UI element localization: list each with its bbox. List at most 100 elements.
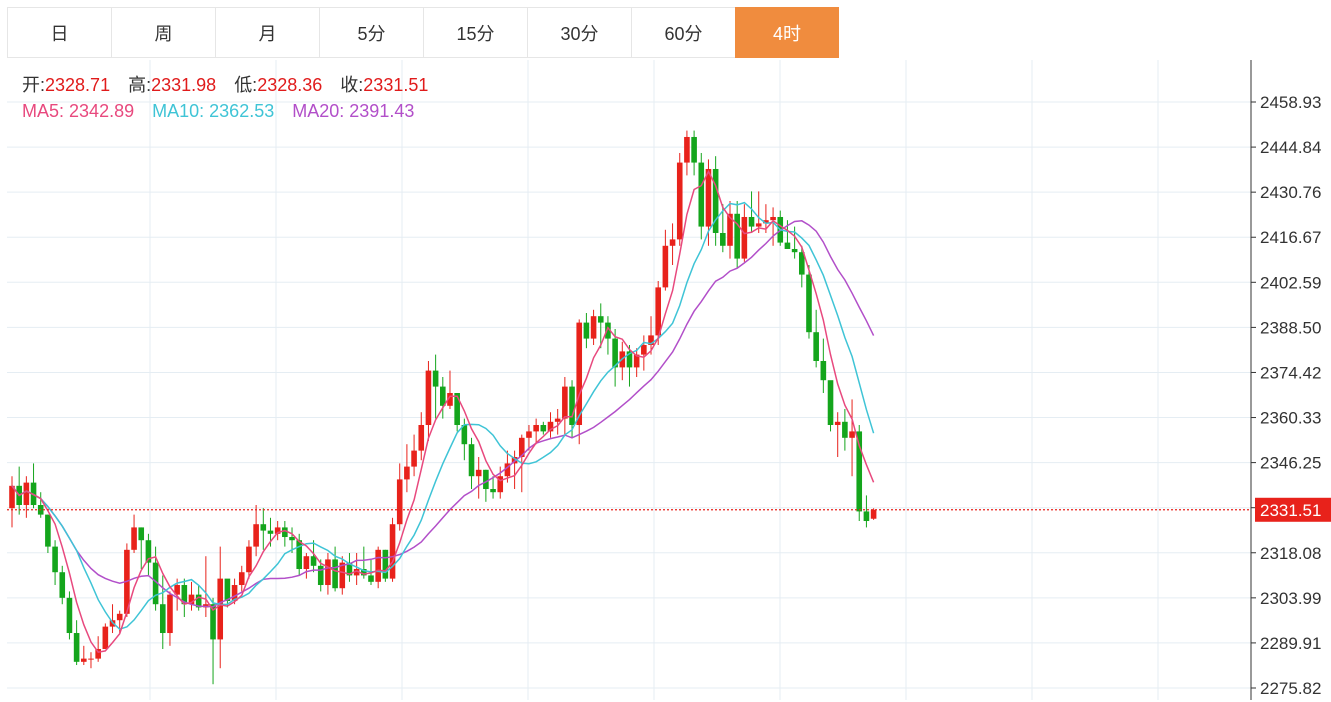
candle-body	[734, 213, 740, 259]
candle-body	[590, 316, 597, 339]
candle-body	[691, 136, 697, 163]
candle-body	[806, 274, 812, 333]
ma-row: MA5: 2342.89 MA10: 2362.53 MA20: 2391.43	[22, 98, 428, 124]
y-tick-label: 2444.84	[1260, 138, 1321, 157]
ohlc-row: 开:2328.71 高:2331.98 低:2328.36 收:2331.51	[22, 72, 428, 98]
candle-body	[66, 597, 73, 634]
candle-body	[425, 370, 432, 426]
candle-body	[483, 469, 489, 490]
candle-body	[73, 633, 80, 662]
candle-body	[705, 168, 712, 227]
ma5-value: 2342.89	[69, 101, 135, 121]
candle-body	[676, 162, 683, 240]
high-label: 高:	[128, 75, 152, 95]
candle-body	[317, 565, 324, 586]
candle-body	[526, 431, 532, 438]
candle-body	[289, 537, 295, 541]
candle-body	[88, 658, 94, 660]
candle-body	[267, 530, 274, 534]
candle-body	[116, 613, 123, 621]
candle-body	[662, 245, 669, 288]
y-tick-label: 2289.91	[1260, 634, 1321, 653]
candle-body	[583, 322, 590, 339]
ma10-value: 2362.53	[209, 101, 275, 121]
candle-body	[576, 322, 583, 426]
candle-body	[396, 479, 403, 525]
candle-body	[52, 546, 58, 573]
candle-body	[303, 556, 310, 570]
last-price-label: 2331.51	[1260, 501, 1321, 520]
candle-body	[81, 658, 87, 662]
candle-body	[870, 509, 877, 519]
y-tick-label: 2430.76	[1260, 183, 1321, 202]
y-tick-label: 2388.50	[1260, 318, 1321, 337]
candle-body	[468, 444, 475, 477]
candle-body	[533, 425, 539, 432]
candle-body	[418, 425, 425, 451]
candle-body	[827, 380, 834, 426]
y-tick-label: 2303.99	[1260, 589, 1321, 608]
candle-body	[770, 216, 776, 221]
candle-body	[834, 421, 841, 426]
candle-body	[59, 572, 66, 598]
candle-body	[382, 549, 389, 579]
candle-body	[411, 450, 417, 467]
candle-body	[138, 527, 145, 541]
candle-body	[159, 604, 166, 634]
close-label: 收:	[340, 75, 364, 95]
y-tick-label: 2402.59	[1260, 273, 1321, 292]
candle-body	[554, 418, 561, 422]
candle-body	[432, 370, 439, 387]
candle-body	[748, 216, 755, 227]
candle-body	[332, 559, 338, 589]
candle-body	[698, 162, 705, 227]
candle-body	[569, 386, 575, 426]
candle-body	[440, 386, 446, 406]
candle-body	[404, 466, 410, 480]
candle-body	[389, 524, 396, 579]
candle-body	[669, 239, 676, 246]
candle-body	[102, 626, 109, 650]
open-value: 2328.71	[45, 75, 111, 95]
candle-body	[246, 546, 252, 573]
ma20-label: MA20:	[292, 101, 345, 121]
candle-body	[490, 489, 496, 493]
candle-body	[260, 524, 267, 531]
candle-body	[842, 421, 848, 438]
candle-body	[296, 540, 302, 570]
candle-body	[863, 511, 870, 522]
candle-body	[23, 482, 30, 506]
candle-body	[253, 524, 259, 547]
candle-body	[655, 287, 661, 336]
candle-body	[849, 431, 855, 438]
candle-body	[755, 223, 762, 227]
y-tick-label: 2374.42	[1260, 363, 1321, 382]
y-tick-label: 2318.08	[1260, 544, 1321, 563]
candle-body	[784, 242, 791, 249]
candle-body	[813, 332, 819, 361]
candle-body	[167, 594, 173, 634]
ma5-label: MA5:	[22, 101, 65, 121]
candle-body	[131, 527, 137, 550]
candle-body	[45, 514, 51, 547]
candle-body	[217, 578, 224, 640]
y-tick-label: 2458.93	[1260, 93, 1321, 112]
high-value: 2331.98	[151, 75, 217, 95]
low-label: 低:	[234, 75, 258, 95]
candle-body	[720, 232, 726, 246]
candle-body	[375, 549, 381, 582]
candle-body	[641, 344, 647, 355]
ma10-label: MA10:	[152, 101, 205, 121]
y-tick-label: 2275.82	[1260, 679, 1321, 698]
close-value: 2331.51	[363, 75, 429, 95]
y-tick-label: 2416.67	[1260, 228, 1321, 247]
candle-body	[310, 556, 317, 566]
candle-body	[741, 216, 748, 259]
candle-body	[475, 469, 482, 477]
candle-body	[820, 360, 827, 381]
low-value: 2328.36	[257, 75, 323, 95]
candle-body	[540, 425, 547, 432]
candle-body	[562, 386, 568, 419]
open-label: 开:	[22, 75, 46, 95]
y-tick-label: 2360.33	[1260, 409, 1321, 428]
